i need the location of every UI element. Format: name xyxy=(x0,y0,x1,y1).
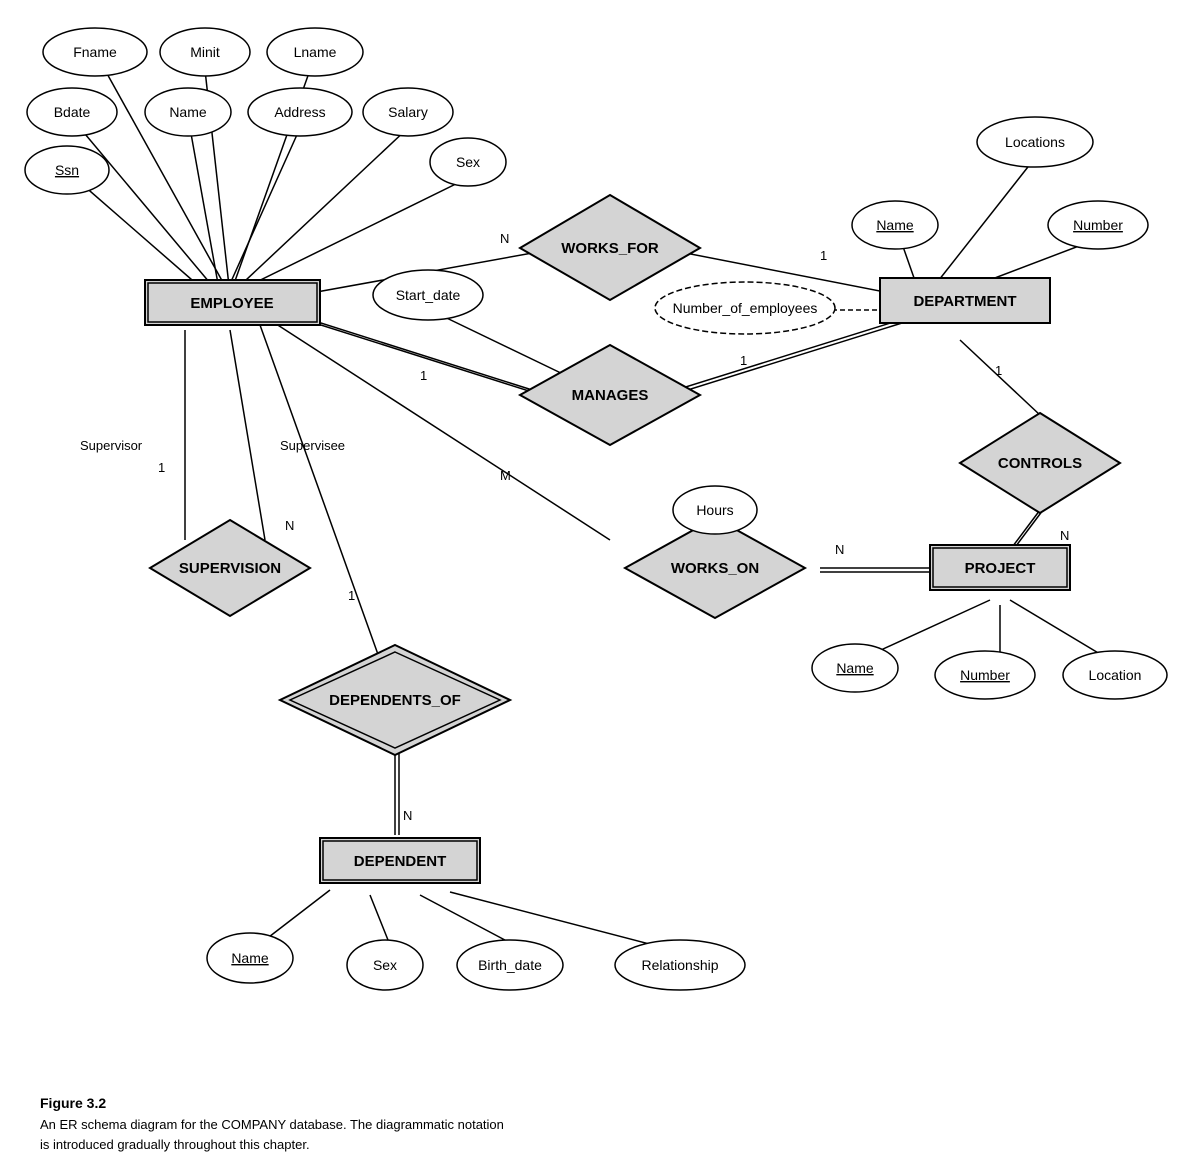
department-entity: DEPARTMENT xyxy=(913,293,1016,310)
hours-attr: Hours xyxy=(696,502,733,518)
cardinality-sup1: 1 xyxy=(158,460,165,475)
cardinality-n3: N xyxy=(1060,528,1069,543)
cardinality-depn: N xyxy=(403,808,412,823)
cardinality-m1: M xyxy=(500,468,511,483)
works-for-label: WORKS_FOR xyxy=(561,240,659,257)
supervisor-label: Supervisor xyxy=(80,438,143,453)
cardinality-one4: 1 xyxy=(995,363,1002,378)
dependents-of-label: DEPENDENTS_OF xyxy=(329,692,461,709)
salary-attr: Salary xyxy=(388,104,428,120)
proj-number-attr: Number xyxy=(960,667,1010,683)
supervisee-label: Supervisee xyxy=(280,438,345,453)
cardinality-one1: 1 xyxy=(820,248,827,263)
sex-emp-attr: Sex xyxy=(456,154,480,170)
minit-attr: Minit xyxy=(190,44,220,60)
cardinality-n4: N xyxy=(835,542,844,557)
relationship-attr: Relationship xyxy=(641,957,718,973)
location-attr: Location xyxy=(1089,667,1142,683)
name-emp-attr: Name xyxy=(169,104,207,120)
caption-title: Figure 3.2 xyxy=(40,1095,740,1111)
fname-attr: Fname xyxy=(73,44,117,60)
controls-label: CONTROLS xyxy=(998,455,1082,472)
proj-name-attr: Name xyxy=(836,660,874,676)
bdate-attr: Bdate xyxy=(54,104,91,120)
lname-attr: Lname xyxy=(294,44,337,60)
supervision-label: SUPERVISION xyxy=(179,560,281,577)
works-on-label: WORKS_ON xyxy=(671,560,759,577)
birth-date-attr: Birth_date xyxy=(478,957,542,973)
start-date-attr: Start_date xyxy=(396,287,461,303)
cardinality-dep1: 1 xyxy=(348,588,355,603)
ssn-attr: Ssn xyxy=(55,162,79,178)
employee-entity: EMPLOYEE xyxy=(190,295,273,312)
dept-name-attr: Name xyxy=(876,217,914,233)
cardinality-n1: N xyxy=(500,231,509,246)
cardinality-one3: 1 xyxy=(740,353,747,368)
project-entity: PROJECT xyxy=(965,560,1036,577)
cardinality-one2: 1 xyxy=(420,368,427,383)
figure-caption: Figure 3.2 An ER schema diagram for the … xyxy=(40,1095,740,1154)
dependent-entity: DEPENDENT xyxy=(354,853,447,870)
manages-label: MANAGES xyxy=(572,387,649,404)
caption-text: An ER schema diagram for the COMPANY dat… xyxy=(40,1115,740,1154)
dept-number-attr: Number xyxy=(1073,217,1123,233)
locations-attr: Locations xyxy=(1005,134,1065,150)
dep-name-attr: Name xyxy=(231,950,269,966)
address-attr: Address xyxy=(274,104,325,120)
num-employees-attr: Number_of_employees xyxy=(673,300,818,316)
dep-sex-attr: Sex xyxy=(373,957,397,973)
er-diagram-container: .entity-rect { fill: #d4d4d4; stroke: bl… xyxy=(0,0,1201,1090)
cardinality-supn: N xyxy=(285,518,294,533)
